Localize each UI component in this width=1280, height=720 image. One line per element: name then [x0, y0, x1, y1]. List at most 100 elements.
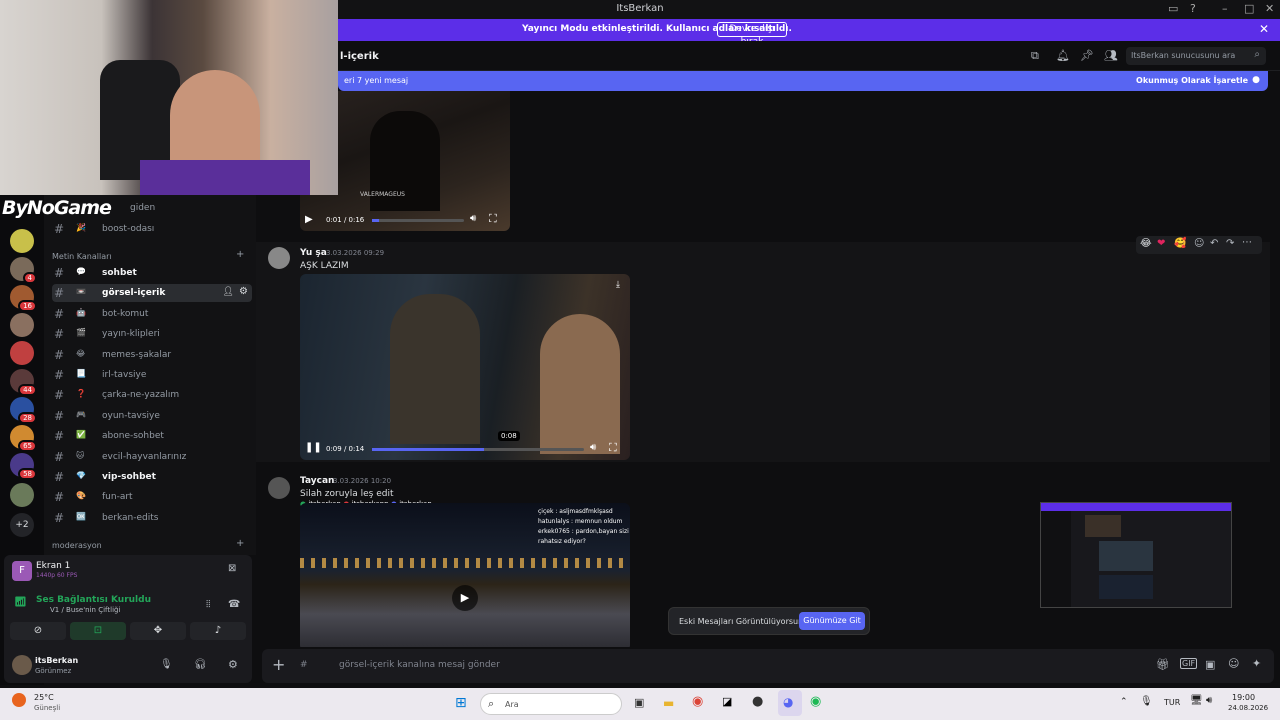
channel-item[interactable]: # ❓ çarka-ne-yazalım	[52, 386, 252, 404]
fullscreen-icon[interactable]: ⛶	[489, 212, 497, 226]
obs-icon[interactable]: ●	[752, 694, 763, 709]
channel-item[interactable]: # 🆗 berkan-edits	[52, 509, 252, 527]
message-author[interactable]: Yu şa	[300, 248, 327, 258]
channel-item[interactable]: # 🎨 fun-art	[52, 488, 252, 506]
channel-item[interactable]: # 😂 memes-şakalar	[52, 346, 252, 364]
noise-suppression-icon[interactable]: ⦙⦙	[206, 599, 210, 610]
avatar[interactable]	[268, 247, 290, 269]
members-icon[interactable]: 👥︎	[1104, 49, 1118, 62]
new-messages-bar[interactable]: eri 7 yeni mesaj Okunmuş Olarak İşaretle…	[338, 71, 1268, 91]
channel-item[interactable]: # 📼 görsel-içerik 👤︎ ⚙	[52, 284, 252, 303]
channel-item[interactable]: # 🎮 oyun-tavsiye	[52, 407, 252, 425]
gift-icon[interactable]: 🎁︎	[1156, 658, 1170, 671]
windows-start-icon[interactable]: ⊞	[455, 695, 467, 711]
camera-off-button[interactable]: ⊘	[10, 622, 66, 640]
server-icon[interactable]	[10, 313, 34, 337]
channel-item[interactable]: # 💬 sohbet	[52, 264, 252, 282]
weather-temp[interactable]: 25°C	[34, 693, 54, 702]
video-player[interactable]: ⤓ 0:08 ❚❚ 0:09 / 0:14 🔊︎ ⛶	[300, 274, 630, 460]
disconnect-icon[interactable]: ☎	[228, 599, 240, 610]
video-progress[interactable]	[372, 448, 584, 451]
help-icon[interactable]: ?	[1190, 2, 1196, 15]
taskbar-search[interactable]: ⌕ Ara	[480, 693, 622, 715]
apps-icon[interactable]: ✦	[1252, 657, 1261, 670]
emoji-icon[interactable]: ☺	[1228, 657, 1239, 670]
server-icon[interactable]: 4	[10, 257, 37, 284]
close-banner-icon[interactable]: ✕	[1259, 22, 1269, 36]
add-channel-icon[interactable]: +	[236, 538, 244, 549]
voice-status[interactable]: Ses Bağlantısı Kuruldu	[36, 595, 151, 605]
more-servers[interactable]: +2	[10, 513, 34, 537]
forward-icon[interactable]: ↷	[1226, 238, 1234, 249]
server-icon[interactable]	[10, 341, 34, 365]
channel-item[interactable]: # 🐱 evcil-hayvanlarınız	[52, 448, 252, 466]
add-channel-icon[interactable]: +	[236, 249, 244, 260]
inbox-icon[interactable]: ▭	[1168, 2, 1178, 15]
server-icon[interactable]: 58	[10, 453, 37, 480]
file-explorer-icon[interactable]: ▬	[663, 696, 674, 710]
clock-date[interactable]: 24.08.2026	[1228, 704, 1268, 712]
microphone-tray-icon[interactable]: 🎙︎	[1140, 696, 1153, 707]
volume-icon[interactable]: 🔊︎	[590, 442, 596, 453]
clock-time[interactable]: 19:00	[1232, 693, 1255, 702]
volume-tray-icon[interactable]: 🔊︎	[1206, 695, 1212, 706]
sticker-icon[interactable]: ▣	[1205, 658, 1215, 671]
channel-item[interactable]: # 💎 vip-sohbet	[52, 468, 252, 486]
network-icon[interactable]: 🖥︎	[1190, 695, 1203, 706]
server-icon[interactable]: 28	[10, 397, 37, 424]
voice-channel[interactable]: V1 / Buse'nin Çiftliği	[50, 606, 120, 614]
server-icon[interactable]: 16	[10, 285, 37, 312]
jump-to-present-button[interactable]: Günümüze Git	[799, 612, 865, 630]
channel-settings-icon[interactable]: ⚙	[239, 286, 248, 297]
channel-item[interactable]: # 🎬 yayın-klipleri	[52, 325, 252, 343]
settings-gear-icon[interactable]: ⚙	[228, 658, 238, 671]
emoji-laugh-icon[interactable]: 😂	[1140, 238, 1152, 249]
username[interactable]: itsBerkan	[35, 656, 78, 665]
video-progress[interactable]	[372, 219, 464, 222]
category-moderation[interactable]: moderasyon	[52, 541, 102, 550]
show-hidden-icons[interactable]: ⌃	[1120, 697, 1128, 707]
message-item[interactable]: Yu şa 3.03.2026 09:29 AŞK LAZIM 😂 ❤ 🥰 ☺ …	[256, 236, 1270, 462]
download-icon[interactable]: ⤓	[616, 280, 620, 290]
add-reaction-icon[interactable]: ☺	[1194, 238, 1204, 249]
microphone-icon[interactable]: 🎙︎	[160, 659, 173, 670]
invite-icon[interactable]: 👤︎	[223, 287, 234, 297]
more-icon[interactable]: ⋯	[1242, 237, 1252, 248]
emoji-custom-icon[interactable]: 🥰	[1174, 238, 1186, 249]
add-attachment-icon[interactable]: +	[272, 655, 285, 674]
play-icon[interactable]: ▶	[305, 214, 313, 225]
screen-share-button[interactable]: ⊡	[70, 622, 126, 640]
message-composer[interactable]: + # görsel-içerik kanalına mesaj gönder …	[262, 649, 1274, 683]
message-author[interactable]: Taycan	[300, 476, 334, 486]
channel-item[interactable]: # 📃 irl-tavsiye	[52, 366, 252, 384]
search-input[interactable]: ItsBerkan sunucusunu ara ⌕	[1126, 47, 1266, 65]
fullscreen-icon[interactable]: ⛶	[609, 441, 617, 455]
disable-streamer-mode-button[interactable]: Devre dışı bırak	[717, 22, 787, 47]
category-text-channels[interactable]: Metin Kanalları	[52, 252, 112, 261]
stream-preview[interactable]	[1040, 502, 1232, 608]
gif-icon[interactable]: GIF	[1180, 658, 1198, 669]
weather-icon[interactable]	[12, 693, 26, 707]
server-icon[interactable]: 44	[10, 369, 37, 396]
avatar[interactable]	[12, 655, 32, 675]
stop-stream-icon[interactable]: ⊠	[228, 563, 236, 574]
headphones-icon[interactable]: 🎧︎	[194, 659, 207, 670]
spotify-icon[interactable]: ◉	[810, 694, 821, 709]
server-icon[interactable]: 65	[10, 425, 37, 452]
task-view-icon[interactable]: ▣	[634, 696, 644, 709]
discord-taskbar-button[interactable]: ◕	[778, 690, 802, 716]
channel-item[interactable]: # ✅ abone-sohbet	[52, 427, 252, 445]
server-icon[interactable]	[10, 229, 34, 253]
reply-icon[interactable]: ↶	[1210, 238, 1218, 249]
channel-item[interactable]: # 🤖 bot-komut	[52, 305, 252, 323]
avatar[interactable]	[268, 477, 290, 499]
soundboard-button[interactable]: ♪	[190, 622, 246, 640]
pin-icon[interactable]: 📌︎	[1080, 49, 1094, 62]
server-icon[interactable]	[10, 483, 34, 507]
chrome-icon[interactable]: ◉	[692, 694, 703, 709]
bell-icon[interactable]: 🔔︎	[1056, 49, 1070, 62]
heart-icon[interactable]: ❤	[1157, 238, 1165, 249]
language-indicator[interactable]: TUR	[1164, 698, 1180, 707]
capcut-icon[interactable]: ◪	[722, 695, 732, 708]
volume-icon[interactable]: 🔊︎	[470, 213, 476, 224]
